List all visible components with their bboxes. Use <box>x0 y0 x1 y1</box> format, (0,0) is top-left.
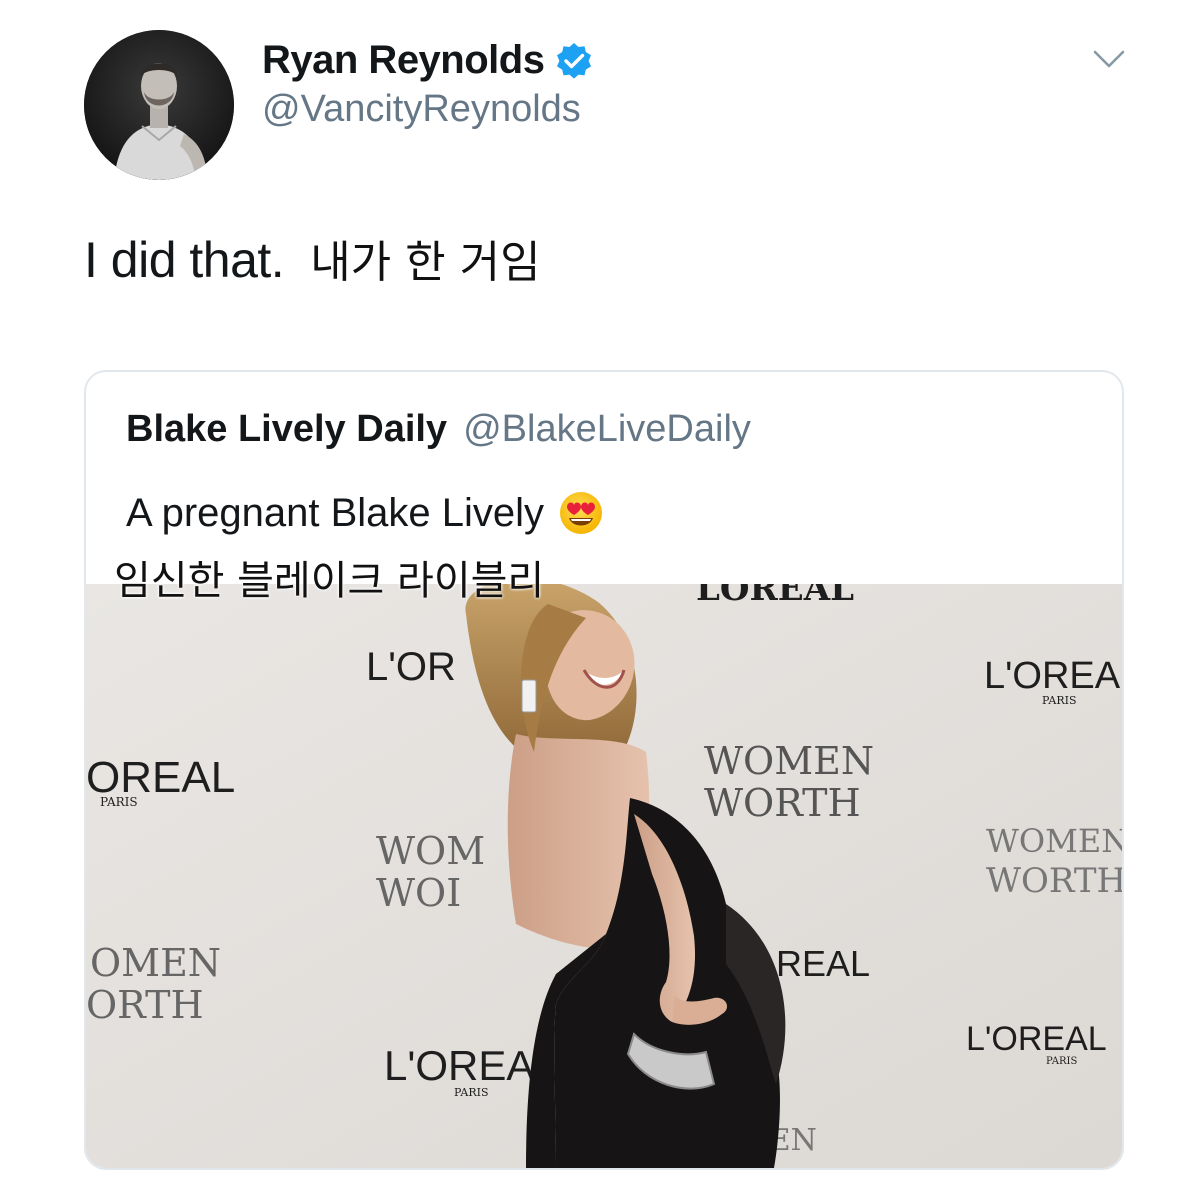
backdrop-women-of-worth: WOMEN <box>704 739 874 783</box>
backdrop-paris: PARIS <box>454 1086 489 1099</box>
backdrop-paris: PARIS <box>100 795 138 809</box>
quoted-author-name: Blake Lively Daily <box>126 408 448 450</box>
chevron-down-icon[interactable] <box>1092 48 1126 70</box>
quoted-tweet-header: Blake Lively Daily @BlakeLiveDaily <box>126 408 751 451</box>
quoted-tweet-text-english: A pregnant Blake Lively <box>126 490 545 535</box>
author-name[interactable]: Ryan Reynolds <box>262 38 545 83</box>
quoted-tweet-card[interactable]: Blake Lively Daily @BlakeLiveDaily A pre… <box>84 370 1124 1170</box>
heart-eyes-emoji-icon <box>560 492 603 534</box>
backdrop-women-of-worth: WOMEN <box>986 822 1122 860</box>
verified-badge-icon <box>557 42 592 79</box>
avatar[interactable] <box>84 30 234 180</box>
backdrop-women-of-worth: WOM <box>376 829 485 873</box>
quoted-caption-korean: 임신한 블레이크 라이블리 <box>114 558 545 604</box>
backdrop-paris: PARIS <box>1042 694 1077 707</box>
backdrop-logo: REAL <box>776 943 870 984</box>
tweet-text: I did that. 내가 한 거임 <box>84 226 541 290</box>
tweet-text-korean: 내가 한 거임 <box>310 237 541 288</box>
backdrop-women-of-worth: WORTH <box>704 781 861 825</box>
author-handle[interactable]: @VancityReynolds <box>262 88 581 131</box>
backdrop-logo-top: LOREAL <box>696 584 854 609</box>
quoted-tweet-photo[interactable]: LOREAL L'OR L'OREA PARIS OREAL PARIS WOM… <box>86 584 1122 1168</box>
backdrop-paris: PARIS <box>1046 1056 1078 1067</box>
quoted-author-handle: @BlakeLiveDaily <box>463 408 751 450</box>
backdrop-women-of-worth: WORTH <box>986 861 1122 901</box>
backdrop-women-of-worth: ORTH <box>86 983 204 1027</box>
backdrop-logo: L'OREAL <box>966 1020 1107 1058</box>
backdrop-women-of-worth: WOI <box>376 871 461 915</box>
backdrop-women-of-worth: OMEN <box>90 941 221 985</box>
avatar-photo <box>84 30 234 180</box>
backdrop-logo: L'OR <box>366 645 456 689</box>
backdrop-logo: L'OREA <box>384 1042 534 1089</box>
tweet-text-english: I did that. <box>84 232 285 288</box>
quoted-tweet-text: A pregnant Blake Lively <box>126 490 604 536</box>
backdrop-logo: L'OREA <box>984 655 1121 697</box>
